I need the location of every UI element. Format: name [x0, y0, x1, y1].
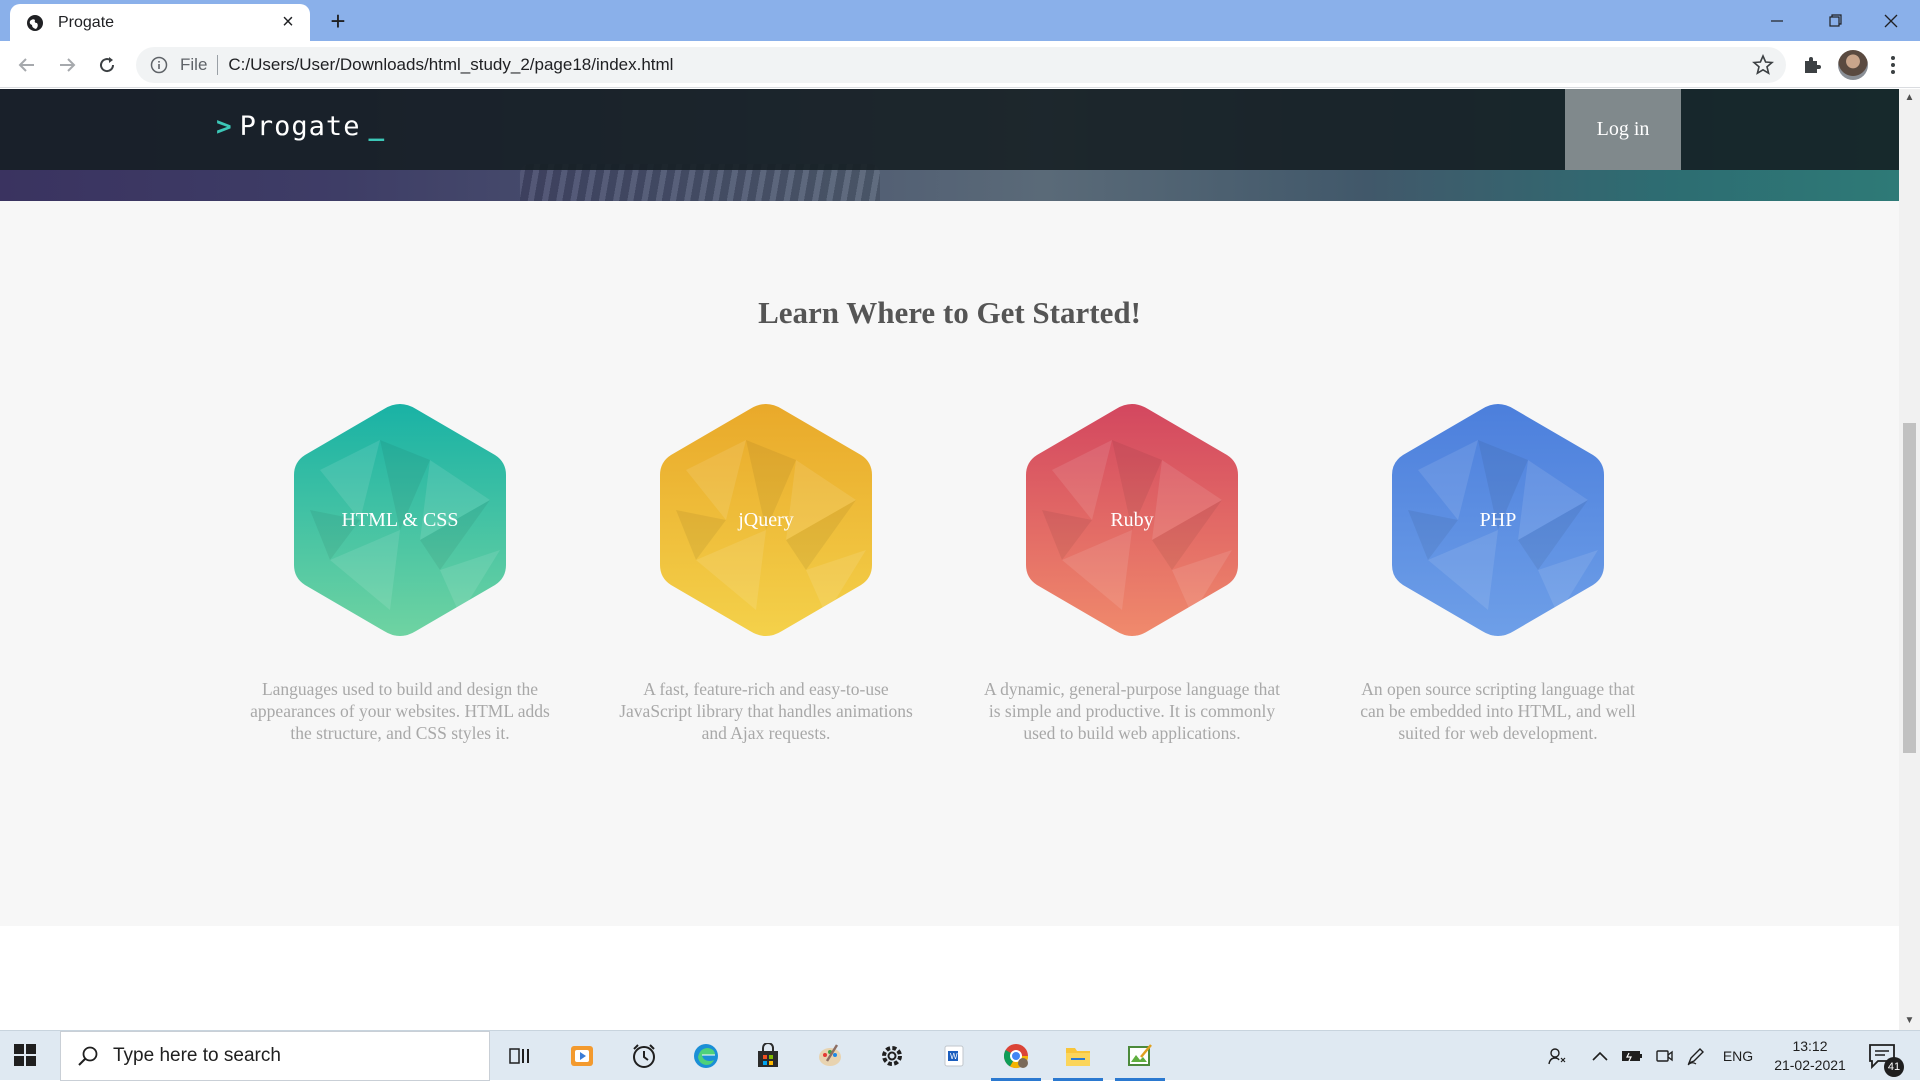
progate-logo[interactable]: > Progate _ [216, 111, 384, 142]
clock-date: 21-02-2021 [1774, 1057, 1846, 1073]
edge-browser-icon[interactable] [677, 1031, 735, 1081]
notification-count-badge: 41 [1884, 1057, 1904, 1077]
hexagon-php-label: PHP [1479, 508, 1517, 531]
show-hidden-icons-chevron-icon[interactable] [1586, 1031, 1614, 1081]
lesson-item-php: PHP An open source scripting language th… [1348, 400, 1648, 744]
hexagon-php[interactable]: PHP [1388, 400, 1608, 640]
globe-icon [27, 14, 43, 31]
hexagon-html-css-label: HTML & CSS [341, 508, 459, 531]
lesson-description-jquery: A fast, feature-rich and easy-to-use Jav… [619, 679, 913, 743]
media-player-icon[interactable] [553, 1031, 611, 1081]
close-window-icon[interactable] [1862, 0, 1920, 41]
hero-background: > Progate _ Log in [0, 89, 1899, 201]
bookmark-star-icon[interactable] [1752, 54, 1774, 76]
taskbar-search-box[interactable]: Type here to search [60, 1031, 490, 1081]
scroll-thumb[interactable] [1903, 423, 1916, 753]
page-scrollbar[interactable]: ▲ ▼ [1899, 89, 1920, 1030]
forward-arrow-icon[interactable] [51, 49, 83, 81]
people-icon[interactable] [1540, 1031, 1574, 1081]
lesson-section: Learn Where to Get Started! HTML & CSS L… [0, 201, 1899, 926]
file-explorer-folder-icon[interactable] [1049, 1031, 1107, 1081]
address-bar[interactable]: File C:/Users/User/Downloads/html_study_… [136, 47, 1786, 83]
battery-icon[interactable] [1618, 1031, 1646, 1081]
settings-gear-icon[interactable] [863, 1031, 921, 1081]
restore-window-icon[interactable] [1806, 0, 1864, 41]
hexagon-jquery[interactable]: jQuery [656, 400, 876, 640]
back-arrow-icon[interactable] [11, 49, 43, 81]
scroll-up-arrow-icon[interactable]: ▲ [1904, 92, 1915, 103]
lesson-title: Learn Where to Get Started! [758, 295, 1141, 330]
image-editor-icon[interactable] [1111, 1031, 1169, 1081]
extensions-puzzle-icon[interactable] [1799, 52, 1825, 78]
windows-taskbar: Type here to search W ENG 13:12 21-02-20… [0, 1030, 1920, 1081]
alarms-clock-icon[interactable] [615, 1031, 673, 1081]
pen-workspace-icon[interactable] [1682, 1031, 1710, 1081]
browser-toolbar: File C:/Users/User/Downloads/html_study_… [0, 41, 1920, 88]
clock-time: 13:12 [1792, 1038, 1828, 1054]
lesson-description-php: An open source scripting language that c… [1360, 679, 1636, 743]
page-viewport: > Progate _ Log in Learn Where to Get St… [0, 89, 1899, 1030]
meet-now-camera-icon[interactable] [1650, 1031, 1678, 1081]
chrome-browser-icon[interactable] [987, 1031, 1045, 1081]
hexagon-ruby-label: Ruby [1110, 508, 1154, 531]
logo-arrow: > [216, 111, 232, 142]
site-header: > Progate _ Log in [0, 89, 1899, 170]
profile-avatar[interactable] [1838, 50, 1868, 80]
login-button[interactable]: Log in [1565, 89, 1681, 170]
logo-cursor: _ [368, 111, 385, 142]
logo-text: Progate [239, 111, 361, 142]
lesson-description-ruby: A dynamic, general-purpose language that… [984, 679, 1280, 743]
taskbar-clock[interactable]: 13:12 21-02-2021 [1760, 1037, 1860, 1075]
tab-title: Progate [58, 13, 115, 31]
url-scheme-label: File [180, 55, 208, 74]
url-text[interactable]: C:/Users/User/Downloads/html_study_2/pag… [228, 55, 1752, 75]
task-view-icon[interactable] [491, 1031, 549, 1081]
minimize-window-icon[interactable] [1748, 0, 1806, 41]
browser-tab-strip: Progate × + [0, 0, 1920, 41]
hexagon-ruby[interactable]: Ruby [1022, 400, 1242, 640]
lesson-item-ruby: Ruby A dynamic, general-purpose language… [982, 400, 1282, 744]
browser-tab[interactable]: Progate × [10, 4, 310, 41]
lesson-description-html-css: Languages used to build and design the a… [250, 679, 550, 743]
url-separator [217, 55, 219, 75]
info-icon[interactable] [150, 56, 168, 74]
close-tab-icon[interactable]: × [278, 11, 298, 33]
lesson-item-jquery: jQuery A fast, feature-rich and easy-to-… [616, 400, 916, 744]
search-placeholder: Type here to search [113, 1045, 281, 1066]
reload-icon[interactable] [91, 49, 123, 81]
word-doc-icon[interactable]: W [925, 1031, 983, 1081]
input-language-indicator[interactable]: ENG [1718, 1031, 1758, 1081]
paint-palette-icon[interactable] [801, 1031, 859, 1081]
lesson-item-html-css: HTML & CSS Languages used to build and d… [250, 400, 550, 744]
scroll-down-arrow-icon[interactable]: ▼ [1904, 1015, 1915, 1026]
search-icon [78, 1046, 98, 1066]
microsoft-store-icon[interactable] [739, 1031, 797, 1081]
svg-text:W: W [950, 1052, 958, 1061]
hexagon-html-css[interactable]: HTML & CSS [290, 400, 510, 640]
more-menu-icon[interactable] [1880, 52, 1906, 78]
hexagon-jquery-label: jQuery [738, 508, 794, 531]
new-tab-button[interactable]: + [324, 8, 352, 36]
windows-start-icon[interactable] [14, 1044, 36, 1066]
